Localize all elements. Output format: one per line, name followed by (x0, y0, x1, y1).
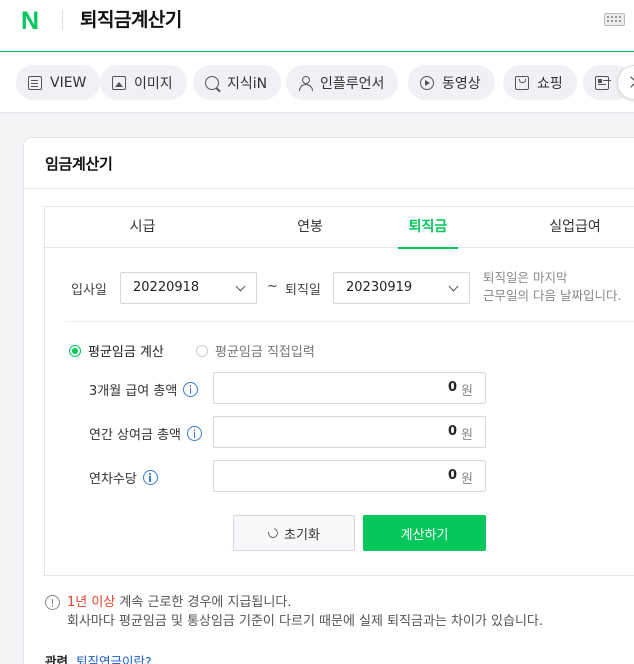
amount-value: 0 (447, 468, 457, 483)
search-header: N 퇴직금계산기 (0, 0, 634, 52)
tab-label: 이미지 (134, 75, 173, 92)
field-label-text: 연차수당 (89, 472, 137, 487)
radio-average-wage-direct[interactable]: 평균임금 직접입력 (196, 341, 315, 360)
tab-influencer[interactable]: 인플루언서 (286, 65, 399, 100)
card-divider (24, 188, 634, 189)
notice-highlight: 1년 이상 (67, 595, 116, 610)
date-range-separator: ~ (267, 279, 278, 294)
join-date-value: 20220918 (133, 280, 200, 295)
exclamation-icon (45, 595, 60, 610)
notice-line-2: 회사마다 평균임금 및 통상임금 기준이 다르기 때문에 실제 퇴직금과는 차이… (67, 614, 544, 629)
tab-shopping[interactable]: 쇼핑 (503, 65, 577, 100)
tab-label: 쇼핑 (537, 75, 563, 92)
tab-severance[interactable]: 퇴직금 (398, 207, 458, 249)
calculator-tabs: 시급 연봉 퇴직금 실업급여 (45, 207, 634, 249)
amount-unit: 원 (461, 384, 473, 399)
tab-label: 지식iN (227, 75, 268, 92)
leave-date-help: 퇴직일은 마지막 근무일의 다음 날짜입니다. (483, 269, 621, 305)
tab-annual[interactable]: 연봉 (240, 207, 380, 248)
field-label-text: 연간 상여금 총액 (89, 428, 181, 443)
section-divider (65, 321, 634, 322)
radio-label: 평균임금 계산 (88, 345, 164, 360)
amount-unit: 원 (461, 472, 473, 487)
shopping-bag-icon (515, 75, 529, 90)
info-icon[interactable] (142, 470, 158, 485)
leave-date-label: 퇴직일 (285, 283, 321, 298)
tab-unemployment[interactable]: 실업급여 (515, 207, 634, 248)
join-date-label: 입사일 (71, 283, 107, 298)
amount-unit: 원 (461, 428, 473, 443)
notice-text: 계속 근로한 경우에 지급됩니다. (115, 595, 292, 610)
calculator-panel: 시급 연봉 퇴직금 실업급여 입사일 20220918 ~ 퇴직일 202309… (44, 206, 634, 576)
notice-line-1: 1년 이상 계속 근로한 경우에 지급됩니다. (67, 593, 291, 612)
tab-kin[interactable]: 지식iN (193, 65, 282, 100)
category-tabs: VIEW 이미지 지식iN 인플루언서 동영상 쇼핑 (0, 53, 634, 113)
tab-label: 인플루언서 (320, 75, 385, 92)
reset-label: 초기화 (284, 527, 320, 543)
related-link[interactable]: 퇴직연금이란? (76, 654, 152, 664)
radio-average-wage-calc[interactable]: 평균임금 계산 (69, 341, 164, 360)
three-month-pay-label: 3개월 급여 총액 (89, 380, 199, 399)
help-line-1: 퇴직일은 마지막 (483, 270, 568, 285)
help-line-2: 근무일의 다음 날짜입니다. (483, 288, 622, 303)
q-icon (205, 75, 219, 90)
annual-bonus-label: 연간 상여금 총액 (89, 424, 202, 443)
play-icon (420, 75, 434, 90)
info-icon[interactable] (183, 382, 199, 397)
annual-leave-pay-label: 연차수당 (89, 468, 158, 487)
related-label: 관련 (45, 654, 69, 664)
tab-label: VIEW (50, 74, 87, 91)
person-icon (298, 75, 313, 91)
radio-dot (196, 344, 208, 357)
document-icon (28, 75, 42, 90)
tab-image[interactable]: 이미지 (100, 65, 187, 100)
chevron-down-icon (448, 281, 459, 292)
radio-dot (69, 344, 81, 357)
tab-view[interactable]: VIEW (16, 65, 101, 100)
related-links: 관련 퇴직연금이란? (45, 651, 152, 664)
chevron-down-icon (235, 281, 246, 292)
tab-label: 동영상 (442, 75, 481, 92)
refresh-icon (266, 526, 280, 540)
leave-date-value: 20230919 (346, 280, 413, 295)
join-date-select[interactable]: 20220918 (120, 272, 257, 304)
field-label-text: 3개월 급여 총액 (89, 384, 178, 399)
tab-hourly[interactable]: 시급 (45, 207, 240, 248)
card-title: 임금계산기 (45, 155, 113, 173)
keyboard-icon[interactable] (604, 13, 625, 26)
info-icon[interactable] (187, 426, 202, 441)
annual-leave-pay-input[interactable]: 0 원 (213, 460, 486, 492)
image-icon (112, 75, 126, 90)
radio-label: 평균임금 직접입력 (215, 345, 315, 360)
wage-calculator-card: 임금계산기 시급 연봉 퇴직금 실업급여 입사일 20220918 ~ 퇴직일 … (23, 137, 634, 664)
annual-bonus-input[interactable]: 0 원 (213, 416, 486, 448)
three-month-pay-input[interactable]: 0 원 (213, 372, 486, 404)
header-divider (62, 10, 63, 30)
reset-button[interactable]: 초기화 (233, 515, 355, 551)
calculate-button[interactable]: 계산하기 (363, 515, 486, 551)
naver-logo[interactable]: N (21, 8, 39, 34)
tab-video[interactable]: 동영상 (408, 65, 495, 100)
leave-date-select[interactable]: 20230919 (333, 272, 470, 304)
amount-value: 0 (447, 424, 457, 439)
search-query-input[interactable]: 퇴직금계산기 (80, 6, 182, 34)
amount-value: 0 (447, 380, 457, 395)
news-icon (595, 75, 609, 90)
